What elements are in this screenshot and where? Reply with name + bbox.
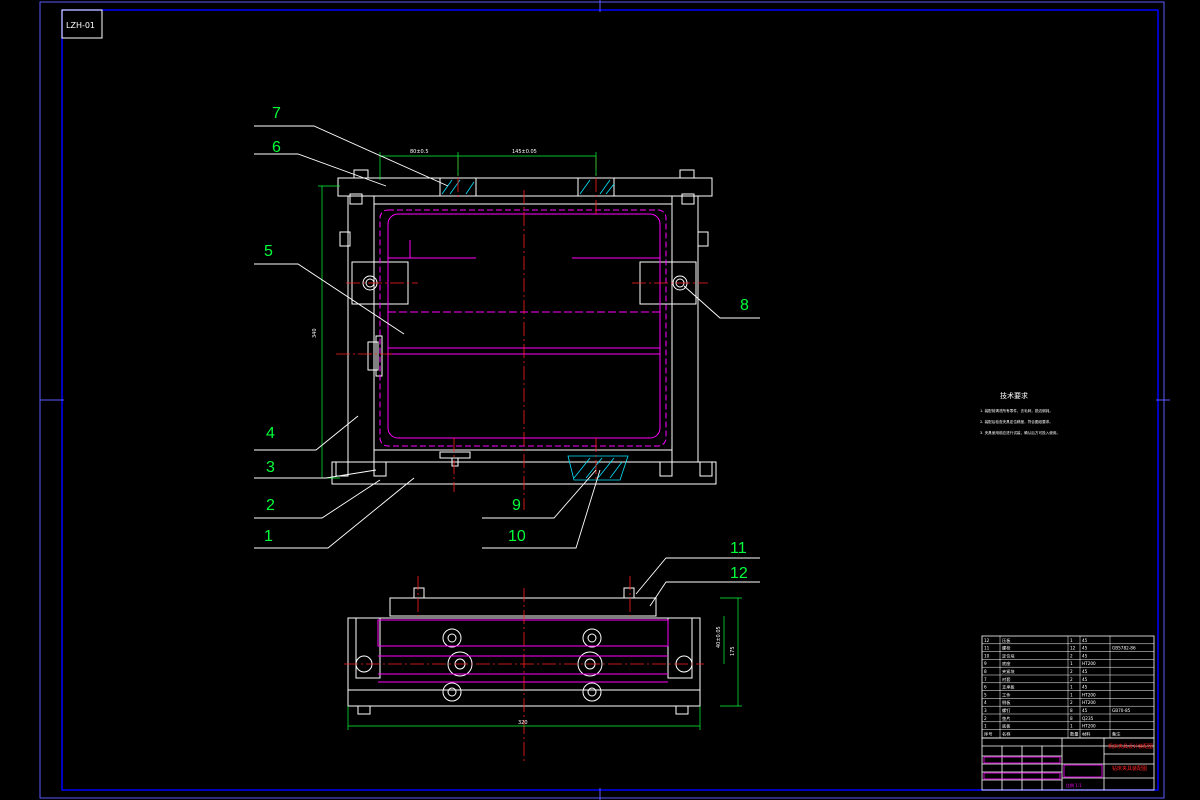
balloon-11: 11 [730,540,747,557]
bom-table: 12 压板 1 4511 螺栓 12 45 GB5782-8610 定位块 2 459 底座 1 HT20… [981,635,1155,739]
bom-cell: GB5782-86 [1112,646,1136,651]
bom-header-cell: 备注 [1112,730,1121,737]
balloon-5: 5 [264,243,273,260]
tech-note-1: 1. 装配前清洗所有零件，去毛刺，锐边倒钝。 [980,408,1053,413]
balloon-8: 8 [740,297,749,314]
bom-cell: 45 [1082,677,1088,682]
bom-header-cell: 名称 [1002,730,1010,737]
bom-cell: 1 [1070,724,1073,729]
drawing-code: LZH-01 [66,21,95,30]
bom-cell: 1 [984,724,987,729]
dim-top-a: 80±0.5 [410,149,429,155]
sheet-frame [39,0,1170,800]
bom-cell: 定位块 [1002,652,1015,659]
bom-cell: HT200 [1082,724,1096,729]
bom-cell: HT200 [1082,661,1096,666]
bom-cell: 8 [1070,708,1073,713]
bom-cell: 12 [984,638,990,643]
bom-cell: 2 [1070,677,1073,682]
bom-cell: 45 [1082,653,1088,658]
dim-side-h: 175 [730,646,736,656]
balloon-7: 7 [272,105,281,122]
dim-side-w: 320 [518,720,528,726]
bom-cell: 侧板 [1002,699,1011,706]
bom-cell: 垫片 [1002,715,1010,722]
drawing-code-box: LZH-01 [61,9,103,39]
bom-cell: HT200 [1082,700,1096,705]
tech-requirements: 技术要求 1. 装配前清洗所有零件，去毛刺，锐边倒钝。 2. 装配后检查夹具定位… [980,391,1060,435]
bom-cell: 9 [984,661,987,666]
tech-note-3: 3. 夹具使用前应进行试装，确认后方可投入使用。 [980,430,1060,435]
bom-cell: 3 [984,708,987,713]
bom-cell: 5 [984,692,987,697]
bom-cell: 压板 [1002,637,1011,644]
bom-cell: 1 [1070,661,1073,666]
tech-note-2: 2. 装配后检查夹具定位精度，符合图纸要求。 [980,419,1053,424]
bom-cell: 45 [1082,685,1088,690]
balloon-1: 1 [264,528,273,545]
bom-cell: 11 [984,646,990,651]
bom-cell: 8 [1070,716,1073,721]
title-red: 机床夹具设计装配图 [1108,743,1153,750]
bom-cell: 8 [984,669,987,674]
bom-cell: 底板 [1002,723,1011,730]
hatch-sections [441,179,629,481]
tech-title: 技术要求 [1000,391,1028,400]
bom-cell: 12 [1070,646,1076,651]
bom-cell: 45 [1082,638,1088,643]
bom-cell: 6 [984,685,987,690]
bom-cell: 1 [1070,692,1073,697]
bom-cell: 7 [984,677,987,682]
bom-cell: 1 [1070,638,1073,643]
center-lines [336,156,708,510]
hidden-lines [379,209,667,447]
bom-cell: HT200 [1082,692,1096,697]
bom-cell: 螺钉 [1002,707,1011,714]
bom-cell: 10 [984,653,990,658]
balloon-10: 10 [508,528,526,545]
bom-cell: 45 [1082,708,1088,713]
dim-side-h2: 40±0.05 [716,626,722,648]
bom-cell: 夹紧块 [1002,668,1015,675]
bom-cell: Q235 [1082,716,1094,721]
bom-header-cell: 序号 [984,730,992,737]
bom-cell: 支承板 [1002,684,1015,691]
balloon-3: 3 [266,459,275,476]
bom-cell: 底座 [1002,660,1010,667]
bom-cell: 衬套 [1002,676,1011,683]
balloon-9: 9 [512,497,521,514]
bom-cell: GB70-85 [1112,708,1131,713]
subtitle-red: 钻床夹具装配图 [1112,765,1147,772]
bom-cell: 2 [1070,669,1073,674]
bom-cell: 1 [1070,685,1073,690]
bom-header-cell: 材料 [1082,730,1091,737]
dim-left-h: 340 [312,328,318,338]
balloon-6: 6 [272,139,281,156]
cad-drawing-canvas: LZH-01 80±0.5 145±0.05 340 7 6 5 4 3 2 1… [39,0,1170,800]
bom-cell: 45 [1082,646,1088,651]
leaders [254,125,760,607]
side-center-lines [344,576,704,764]
balloon-2: 2 [266,497,275,514]
front-dimensions [318,152,597,479]
dim-top-b: 145±0.05 [512,149,537,155]
bom-cell: 螺栓 [1002,645,1011,652]
bom-cell: 45 [1082,669,1088,674]
bom-cell: 4 [984,700,987,705]
scale-label: 比例 1:1 [1066,782,1082,788]
bom-cell: 2 [1070,700,1073,705]
bom-cell: 2 [1070,653,1073,658]
bom-header-cell: 数量 [1070,730,1078,737]
balloon-12: 12 [730,565,748,582]
balloon-4: 4 [266,425,275,442]
bom-cell: 工件 [1002,691,1010,698]
bom-cell: 2 [984,716,987,721]
side-hidden-lines [377,619,669,683]
